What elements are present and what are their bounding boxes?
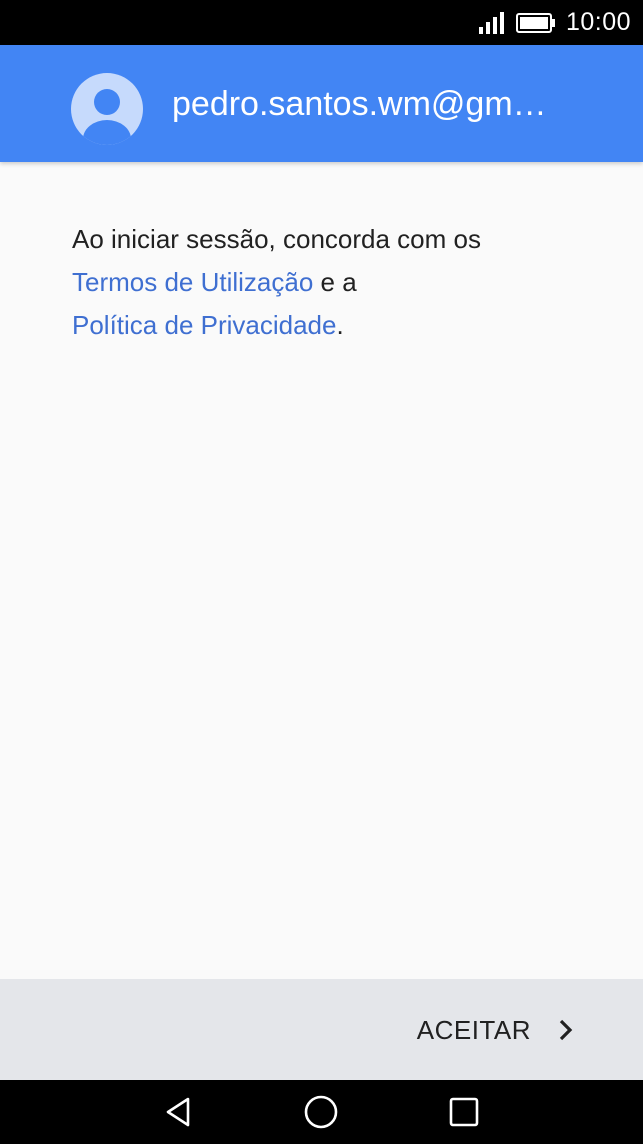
recents-square-icon [449,1097,479,1127]
privacy-policy-link[interactable]: Política de Privacidade [72,310,336,340]
terms-period: . [336,310,344,340]
terms-connector: e a [313,267,357,297]
person-avatar-icon [71,73,143,145]
terms-line-2: Termos de Utilização e a [72,261,592,304]
back-triangle-icon [166,1097,190,1127]
account-email: pedro.santos.wm@gm… [172,85,547,123]
home-circle-icon [304,1095,338,1129]
back-button[interactable] [160,1094,196,1130]
chevron-right-icon [559,1019,573,1041]
screen: 10:00 pedro.santos.wm@gm… Ao iniciar ses… [0,0,643,1144]
signal-bars-icon [478,11,504,34]
status-indicators: 10:00 [478,0,631,45]
accept-button[interactable]: ACEITAR [417,1005,573,1055]
home-button[interactable] [303,1094,339,1130]
status-bar: 10:00 [0,0,643,45]
status-time: 10:00 [565,8,631,36]
terms-text: Ao iniciar sessão, concorda com os Termo… [72,218,592,347]
account-header: pedro.santos.wm@gm… [0,45,643,162]
terms-line-3: Política de Privacidade. [72,304,592,347]
terms-of-use-link[interactable]: Termos de Utilização [72,267,313,297]
battery-icon [515,12,555,33]
navigation-bar [0,1080,643,1144]
recents-button[interactable] [446,1094,482,1130]
terms-line-1: Ao iniciar sessão, concorda com os [72,224,481,254]
action-bar: ACEITAR [0,979,643,1080]
accept-label: ACEITAR [416,1014,531,1045]
